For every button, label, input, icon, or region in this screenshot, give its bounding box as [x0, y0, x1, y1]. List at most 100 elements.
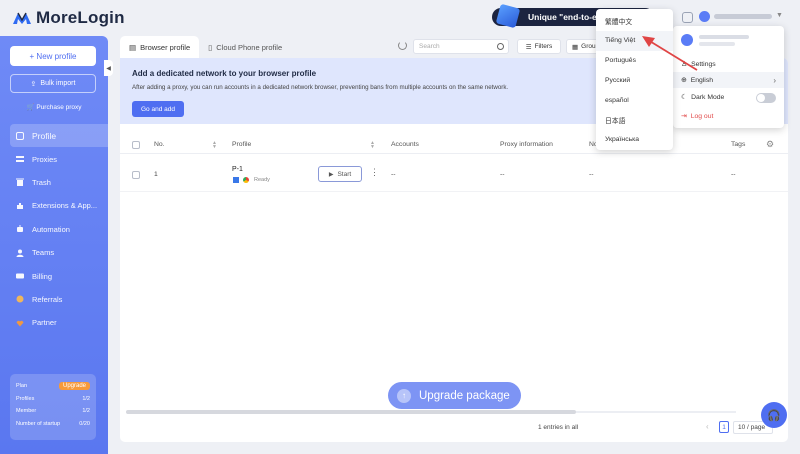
profile-icon: [16, 131, 24, 140]
upgrade-package-button[interactable]: ↑ Upgrade package: [388, 382, 521, 409]
bulk-import-button[interactable]: ⇪ Bulk import: [10, 74, 96, 93]
partner-icon: [16, 320, 24, 327]
column-tags[interactable]: Tags: [731, 141, 745, 148]
sidebar-item-automation[interactable]: Automation: [10, 218, 108, 241]
sidebar: + New profile ⇪ Bulk import 🛒 Purchase p…: [0, 36, 113, 454]
tab-label: Browser profile: [140, 42, 191, 52]
language-option-uk[interactable]: Українська: [596, 130, 673, 150]
bulk-import-label: Bulk import: [40, 80, 76, 87]
start-button[interactable]: ▶ Start: [318, 166, 362, 182]
sidebar-item-extensions[interactable]: Extensions & App...: [10, 194, 108, 217]
sort-icon[interactable]: ▲ ▼: [212, 141, 217, 150]
sidebar-item-partner[interactable]: Partner: [10, 311, 108, 334]
sidebar-item-label: Extensions & App...: [32, 201, 98, 211]
support-headset-icon[interactable]: 🎧: [761, 402, 787, 428]
upgrade-package-label: Upgrade package: [419, 389, 510, 402]
row-proxy: --: [500, 171, 505, 178]
sort-icon[interactable]: ▲ ▼: [370, 141, 375, 150]
language-option-vi[interactable]: Tiếng Việt: [596, 30, 673, 51]
dark-mode-label: Dark Mode: [691, 93, 725, 101]
language-option-ja[interactable]: 日本語: [596, 110, 673, 130]
sidebar-item-profile[interactable]: Profile: [10, 124, 108, 148]
sidebar-item-referrals[interactable]: Referrals: [10, 288, 108, 311]
purchase-proxy-link[interactable]: 🛒 Purchase proxy: [0, 103, 108, 111]
arrow-up-icon: ↑: [397, 388, 411, 403]
moon-icon: ☾: [681, 94, 688, 101]
morelogin-logo-icon: [13, 12, 31, 24]
sidebar-item-label: Teams: [32, 248, 55, 258]
profiles-value: 1/2: [82, 395, 90, 402]
sidebar-item-teams[interactable]: Teams: [10, 241, 108, 264]
language-option-pt[interactable]: Português: [596, 51, 673, 71]
column-no[interactable]: No.: [154, 141, 165, 148]
account-email-blurred: [699, 35, 749, 39]
browser-icon: ▤: [129, 42, 137, 52]
dark-mode-toggle[interactable]: [756, 93, 776, 103]
globe-icon: ⊕: [681, 77, 687, 84]
horizontal-scrollbar[interactable]: [126, 410, 576, 414]
tab-cloud-phone-profile[interactable]: ▯ Cloud Phone profile: [199, 36, 291, 58]
language-menu-item[interactable]: ⊕ English ›: [673, 72, 784, 88]
scrollbar-track: [576, 411, 736, 413]
app-name: MoreLogin: [36, 8, 125, 27]
chevron-down-icon[interactable]: ▼: [776, 12, 783, 19]
profiles-label: Profiles: [16, 395, 35, 402]
row-tags: --: [731, 171, 736, 178]
sidebar-item-label: Partner: [32, 318, 57, 328]
refresh-icon[interactable]: [398, 41, 407, 50]
group-icon: ▦: [572, 43, 579, 51]
account-name-blurred[interactable]: [714, 14, 772, 19]
search-icon[interactable]: [497, 43, 504, 50]
column-accounts[interactable]: Accounts: [391, 141, 419, 148]
app-logo[interactable]: MoreLogin: [12, 8, 125, 28]
filters-label: Filters: [534, 43, 553, 50]
settings-menu-item[interactable]: ♙ Settings: [673, 56, 784, 72]
start-label: Start: [337, 170, 352, 178]
column-proxy-information[interactable]: Proxy information: [500, 141, 553, 148]
search-input[interactable]: Search: [413, 39, 509, 54]
avatar[interactable]: [699, 11, 710, 22]
dark-mode-menu-item[interactable]: ☾ Dark Mode: [673, 89, 784, 105]
sidebar-item-billing[interactable]: Billing: [10, 264, 108, 287]
more-actions-icon[interactable]: ⋮: [370, 167, 379, 178]
column-profile[interactable]: Profile: [232, 141, 251, 148]
sidebar-item-label: Referrals: [32, 294, 63, 304]
language-option-es[interactable]: español: [596, 90, 673, 110]
proxies-icon: [16, 156, 24, 163]
column-settings-icon[interactable]: ⚙: [766, 139, 774, 150]
extensions-icon: [17, 202, 23, 209]
row-checkbox[interactable]: [132, 171, 140, 179]
member-value: 1/2: [82, 408, 90, 415]
sidebar-item-label: Automation: [32, 224, 70, 234]
filters-button[interactable]: ☰ Filters: [517, 39, 561, 54]
prev-page-icon[interactable]: ‹: [706, 422, 709, 431]
table-row[interactable]: 1 P-1 Ready ▶ Start ⋮ -- -- -- --: [120, 162, 788, 192]
play-icon: ▶: [328, 171, 334, 178]
new-profile-button[interactable]: + New profile: [10, 46, 96, 66]
settings-label: Settings: [691, 60, 716, 68]
group-label: Grou: [581, 43, 596, 50]
upgrade-badge[interactable]: Upgrade: [58, 382, 90, 391]
page-number[interactable]: 1: [719, 421, 729, 433]
sidebar-item-trash[interactable]: Trash: [10, 171, 108, 194]
logout-label: Log out: [690, 112, 714, 120]
tab-label: Cloud Phone profile: [216, 42, 283, 52]
logout-menu-item[interactable]: ⇥ Log out: [673, 108, 784, 124]
banner-text: After adding a proxy, you can run accoun…: [132, 84, 509, 91]
sidebar-item-proxies[interactable]: Proxies: [10, 147, 108, 170]
select-all-checkbox[interactable]: [132, 141, 140, 149]
trash-icon: [16, 178, 24, 187]
banner-title: Add a dedicated network to your browser …: [132, 69, 317, 78]
language-option-ru[interactable]: Русский: [596, 70, 673, 90]
tab-browser-profile[interactable]: ▤ Browser profile: [120, 36, 200, 58]
notification-icon[interactable]: [682, 12, 693, 23]
row-profile-name[interactable]: P-1: [232, 166, 243, 173]
phone-icon: ▯: [208, 42, 213, 52]
row-notes: --: [589, 171, 594, 178]
collapse-sidebar-button[interactable]: ◀: [104, 60, 113, 76]
table-header: No. ▲ ▼ Profile ▲ ▼ Accounts Proxy informa…: [120, 136, 788, 154]
go-and-add-button[interactable]: Go and add: [132, 101, 184, 117]
user-icon: ♙: [681, 61, 688, 68]
language-option-zh-tw[interactable]: 繁體中文: [596, 11, 673, 31]
logout-icon: ⇥: [681, 113, 687, 120]
